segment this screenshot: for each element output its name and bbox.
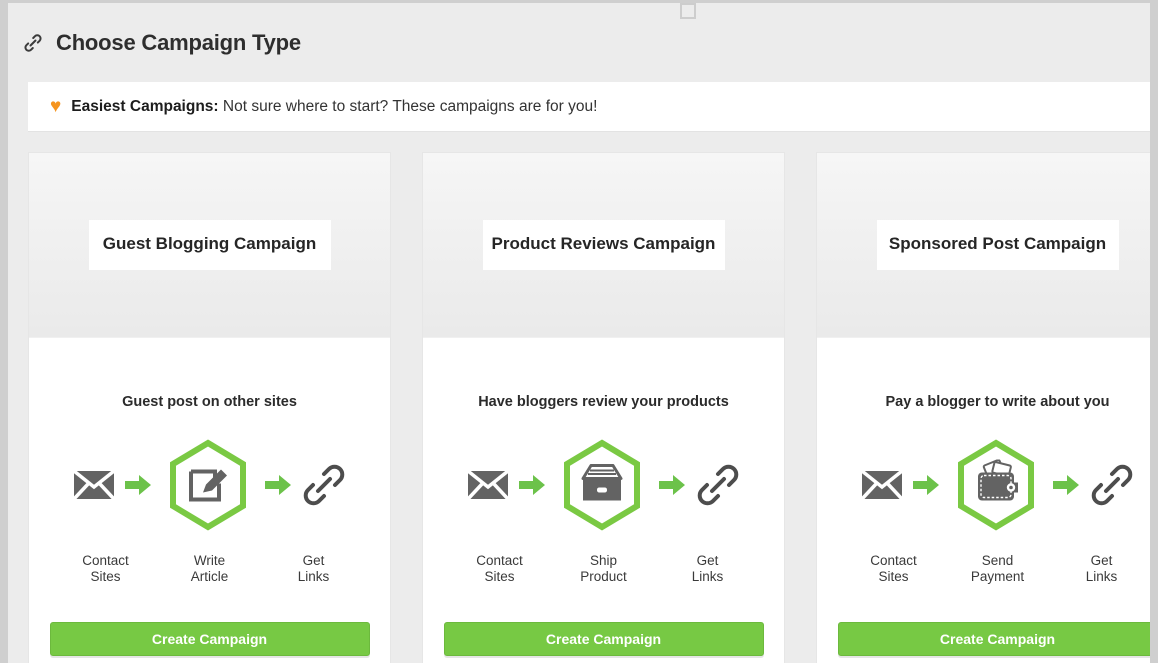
card-subtitle: Guest post on other sites xyxy=(122,394,297,410)
arrow-right-icon xyxy=(518,474,546,496)
envelope-icon xyxy=(860,468,904,502)
banner-message: Not sure where to start? These campaigns… xyxy=(218,97,598,115)
arrow-right-icon xyxy=(124,474,152,496)
link-chain-icon xyxy=(20,30,46,56)
link-chain-icon xyxy=(1088,461,1136,509)
wallet-icon xyxy=(971,459,1021,511)
heart-icon: ♥ xyxy=(50,95,62,117)
step-label-get-links: Get Links xyxy=(1050,553,1151,586)
step-label-send-payment: Send Payment xyxy=(946,553,1050,586)
label-line1: Contact xyxy=(870,553,917,568)
ship-product-hex xyxy=(554,437,650,533)
card-header: Sponsored Post Campaign xyxy=(817,153,1150,338)
step-label-contact-sites: Contact Sites xyxy=(54,553,158,586)
campaign-card-product-reviews[interactable]: Product Reviews Campaign Have bloggers r… xyxy=(422,152,785,663)
step-label-contact-sites: Contact Sites xyxy=(842,553,946,586)
envelope-icon xyxy=(72,468,116,502)
shipping-box-icon xyxy=(578,461,626,510)
label-line2: Sites xyxy=(484,569,515,585)
card-title: Guest Blogging Campaign xyxy=(88,220,331,270)
card-body: Have bloggers review your products Conta… xyxy=(423,338,784,663)
link-chain-icon xyxy=(694,461,742,509)
label-line2: Product xyxy=(580,569,627,585)
cta-area: Create Campaign xyxy=(423,622,784,663)
label-line1: Contact xyxy=(476,553,523,568)
campaign-flow-diagram xyxy=(817,437,1150,533)
step-label-ship-product: Ship Product xyxy=(552,553,656,586)
pencil-square-icon xyxy=(185,460,231,511)
link-chain-icon xyxy=(300,461,348,509)
step-label-contact-sites: Contact Sites xyxy=(448,553,552,586)
page-title: Choose Campaign Type xyxy=(56,30,301,55)
campaign-flow-diagram xyxy=(423,437,784,533)
banner-text: Easiest Campaigns: Not sure where to sta… xyxy=(71,98,597,116)
create-campaign-button[interactable]: Create Campaign xyxy=(443,622,764,656)
label-line1: Get xyxy=(696,553,719,568)
label-line2: Sites xyxy=(90,569,121,585)
card-subtitle: Pay a blogger to write about you xyxy=(885,394,1110,410)
arrow-right-icon xyxy=(912,474,940,496)
label-line2: Payment xyxy=(970,569,1025,585)
flow-step-labels: Contact Sites Write Article Get Links xyxy=(29,553,390,586)
card-header: Guest Blogging Campaign xyxy=(29,153,390,338)
create-campaign-button[interactable]: Create Campaign xyxy=(837,622,1150,656)
label-line2: Sites xyxy=(878,569,909,585)
banner-strong-label: Easiest Campaigns: xyxy=(71,97,219,115)
card-subtitle: Have bloggers review your products xyxy=(478,394,729,410)
flow-step-labels: Contact Sites Send Payment Get Links xyxy=(817,553,1150,586)
envelope-icon xyxy=(466,468,510,502)
card-title: Product Reviews Campaign xyxy=(482,220,725,270)
label-line2: Links xyxy=(297,569,330,585)
write-article-hex xyxy=(160,437,256,533)
label-line1: Get xyxy=(1090,553,1113,568)
label-line1: Get xyxy=(302,553,325,568)
card-header: Product Reviews Campaign xyxy=(423,153,784,338)
arrow-right-icon xyxy=(264,474,292,496)
create-campaign-button[interactable]: Create Campaign xyxy=(49,622,370,656)
label-line1: Send xyxy=(981,553,1014,568)
campaign-card-sponsored-post[interactable]: Sponsored Post Campaign Pay a blogger to… xyxy=(816,152,1150,663)
step-label-get-links: Get Links xyxy=(656,553,760,586)
label-line1: Contact xyxy=(82,553,129,568)
label-line1: Ship xyxy=(589,553,618,568)
campaign-cards-row: Guest Blogging Campaign Guest post on ot… xyxy=(28,152,1150,663)
cta-area: Create Campaign xyxy=(817,622,1150,663)
section-header: Choose Campaign Type xyxy=(8,17,1150,69)
label-line2: Article xyxy=(190,569,229,585)
campaign-type-panel: Choose Campaign Type ♥ Easiest Campaigns… xyxy=(8,3,1150,663)
campaign-flow-diagram xyxy=(29,437,390,533)
step-label-get-links: Get Links xyxy=(262,553,366,586)
send-payment-hex xyxy=(948,437,1044,533)
campaign-card-guest-blogging[interactable]: Guest Blogging Campaign Guest post on ot… xyxy=(28,152,391,663)
card-body: Pay a blogger to write about you Contact… xyxy=(817,338,1150,663)
window-frame: Choose Campaign Type ♥ Easiest Campaigns… xyxy=(0,0,1158,663)
label-line1: Write xyxy=(193,553,226,568)
arrow-right-icon xyxy=(658,474,686,496)
card-body: Guest post on other sites Contact Sites … xyxy=(29,338,390,663)
step-label-write-article: Write Article xyxy=(158,553,262,586)
card-title: Sponsored Post Campaign xyxy=(876,220,1119,270)
flow-step-labels: Contact Sites Ship Product Get Links xyxy=(423,553,784,586)
label-line2: Links xyxy=(1085,569,1118,585)
easiest-campaigns-banner: ♥ Easiest Campaigns: Not sure where to s… xyxy=(28,82,1150,132)
label-line2: Links xyxy=(691,569,724,585)
cta-area: Create Campaign xyxy=(29,622,390,663)
arrow-right-icon xyxy=(1052,474,1080,496)
